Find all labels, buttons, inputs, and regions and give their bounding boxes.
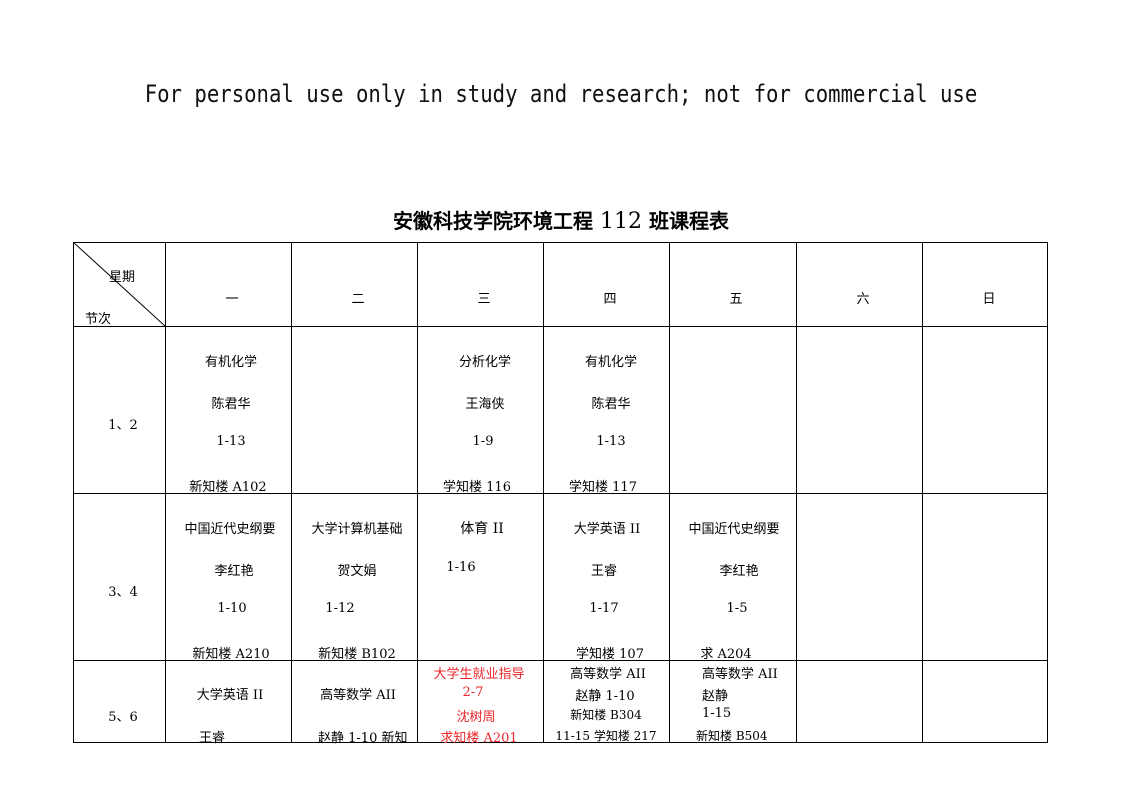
schedule-table: 星期 节次 一 二 三 四 五 六 日 1、2 有机化学 陈君华 1-13 新知… — [73, 242, 1048, 746]
course-line: 赵静 — [702, 689, 729, 704]
course-name: 中国近代史纲要 — [184, 522, 276, 537]
course-name: 体育 II — [460, 521, 504, 537]
watermark-text: For personal use only in study and resea… — [144, 80, 978, 108]
row-divider — [73, 326, 1048, 327]
title-prefix: 安徽科技学院环境工程 — [393, 209, 594, 233]
column-divider — [291, 242, 292, 743]
day-header-thu: 四 — [603, 292, 617, 307]
course-room: 学知楼 116 — [443, 480, 511, 495]
course-line: 新知楼 B504 — [696, 729, 768, 743]
course-line: 大学英语 II — [196, 688, 264, 703]
course-line: 高等数学 AII — [570, 667, 646, 682]
day-header-sat: 六 — [856, 292, 870, 307]
day-header-sun: 日 — [982, 292, 996, 307]
corner-label-period: 节次 — [85, 312, 112, 327]
course-teacher: 李红艳 — [214, 564, 254, 579]
course-line: 11-15 学知楼 217 — [555, 729, 657, 743]
column-divider — [543, 242, 544, 743]
table-border-right — [1047, 242, 1048, 743]
day-header-mon: 一 — [225, 292, 239, 307]
course-line: 求知楼 A201 — [440, 731, 518, 746]
day-header-tue: 二 — [351, 292, 365, 307]
course-line: 新知楼 B304 — [570, 708, 642, 722]
course-teacher: 李红艳 — [719, 564, 759, 579]
course-teacher: 贺文娟 — [337, 564, 377, 579]
course-room: 新知楼 B102 — [318, 647, 396, 662]
course-weeks: 1-12 — [325, 601, 355, 616]
table-border-top — [73, 242, 1048, 243]
course-weeks: 1-10 — [217, 601, 247, 616]
course-room: 新知楼 A210 — [192, 647, 270, 662]
course-room: 求 A204 — [700, 647, 752, 662]
period-label: 3、4 — [108, 585, 138, 600]
period-label: 1、2 — [108, 418, 138, 433]
day-header-wed: 三 — [477, 292, 491, 307]
column-divider — [796, 242, 797, 743]
title-class-number: 112 — [600, 209, 642, 234]
corner-label-weekday: 星期 — [109, 270, 136, 285]
course-weeks: 1-13 — [216, 434, 246, 449]
course-line: 沈树周 — [456, 710, 496, 725]
page-title: 安徽科技学院环境工程 112 班课程表 — [0, 205, 1122, 234]
course-room: 学知楼 117 — [569, 480, 637, 495]
column-divider — [165, 242, 166, 743]
course-room: 新知楼 A102 — [189, 480, 267, 495]
course-name: 有机化学 — [204, 355, 258, 370]
course-line: 高等数学 AII — [320, 688, 396, 703]
course-weeks: 1-9 — [472, 434, 494, 449]
period-label: 5、6 — [108, 710, 138, 725]
course-name: 大学计算机基础 — [311, 522, 403, 537]
course-name: 有机化学 — [584, 355, 638, 370]
course-line: 大学生就业指导 — [433, 667, 525, 682]
course-name: 大学英语 II — [573, 522, 641, 537]
course-name: 分析化学 — [458, 355, 512, 370]
course-teacher: 陈君华 — [591, 397, 631, 412]
day-header-fri: 五 — [729, 292, 743, 307]
column-divider — [922, 242, 923, 743]
course-name: 中国近代史纲要 — [688, 522, 780, 537]
course-teacher: 王睿 — [590, 564, 618, 579]
column-divider — [417, 242, 418, 743]
course-weeks: 1-17 — [589, 601, 619, 616]
course-teacher: 王海侠 — [465, 397, 505, 412]
course-line: 高等数学 AII — [702, 667, 778, 682]
course-weeks: 1-5 — [726, 601, 748, 616]
course-teacher: 陈君华 — [211, 397, 251, 412]
course-line: 赵静 1-10 新知 — [318, 731, 408, 746]
course-line: 2-7 — [462, 685, 484, 700]
course-room: 学知楼 107 — [576, 647, 644, 662]
title-suffix: 班课程表 — [648, 209, 729, 233]
course-weeks: 1-16 — [446, 560, 476, 575]
course-line: 赵静 1-10 — [575, 689, 635, 704]
course-weeks: 1-13 — [596, 434, 626, 449]
course-line: 1-15 — [702, 706, 732, 721]
column-divider — [669, 242, 670, 743]
course-line: 王睿 — [199, 731, 226, 746]
